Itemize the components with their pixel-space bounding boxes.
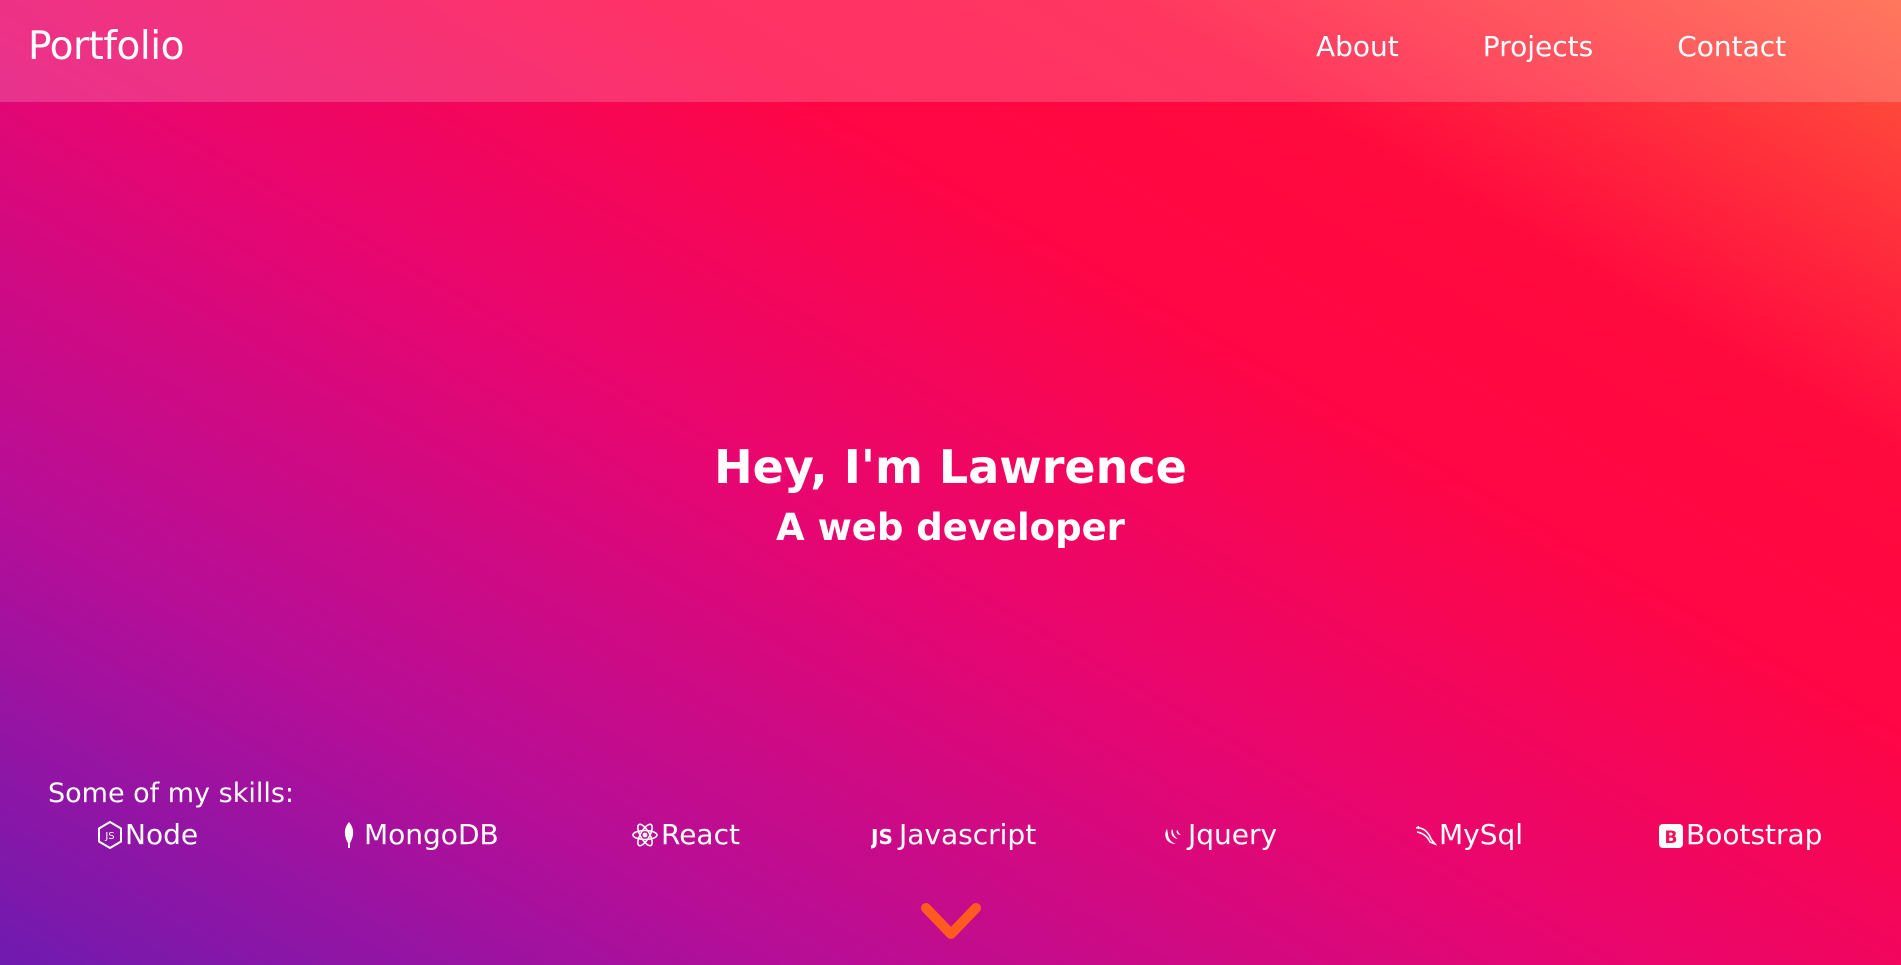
chevron-down-icon <box>921 903 981 939</box>
nav-link-projects[interactable]: Projects <box>1483 30 1593 63</box>
skill-label: React <box>661 818 740 851</box>
skill-item-react: React <box>631 818 740 851</box>
skill-label: Node <box>125 818 199 851</box>
skill-label: MySql <box>1439 818 1524 851</box>
skill-item-mysql: MySql <box>1413 818 1523 851</box>
skill-label: Javascript <box>899 818 1037 851</box>
js-icon: JS <box>871 821 897 849</box>
skills-list: JS Node MongoDB React JS Javascript Jque… <box>0 818 1901 862</box>
nodejs-icon: JS <box>97 820 123 849</box>
mysql-dolphin-icon <box>1413 821 1437 849</box>
brand-logo[interactable]: Portfolio <box>28 24 184 69</box>
nav-link-contact[interactable]: Contact <box>1677 30 1786 63</box>
skill-label: Bootstrap <box>1686 818 1823 851</box>
nav-link-about[interactable]: About <box>1316 30 1399 63</box>
svg-text:B: B <box>1665 828 1678 848</box>
skill-item-bootstrap: B Bootstrap <box>1658 818 1822 851</box>
svg-text:JS: JS <box>104 831 114 842</box>
scroll-down-button[interactable] <box>920 902 982 946</box>
jquery-icon <box>1162 821 1186 849</box>
nav-links: About Projects Contact <box>1316 30 1870 63</box>
skill-item-node: JS Node <box>97 818 198 851</box>
hero-section: Hey, I'm Lawrence A web developer <box>0 437 1901 553</box>
hero-subtitle: A web developer <box>776 506 1125 549</box>
skills-label: Some of my skills: <box>48 778 294 809</box>
skill-label: Jquery <box>1188 818 1278 851</box>
page-background: Portfolio About Projects Contact Hey, I'… <box>0 0 1901 965</box>
mongodb-leaf-icon <box>342 821 356 849</box>
hero-title: Hey, I'm Lawrence <box>714 440 1187 494</box>
skill-item-mongodb: MongoDB <box>342 818 499 851</box>
navbar: Portfolio About Projects Contact <box>0 0 1901 102</box>
svg-text:JS: JS <box>871 825 893 849</box>
react-atom-icon <box>631 821 659 849</box>
skill-item-javascript: JS Javascript <box>871 818 1036 851</box>
skill-item-jquery: Jquery <box>1162 818 1277 851</box>
bootstrap-icon: B <box>1658 821 1684 849</box>
skill-label: MongoDB <box>364 818 499 851</box>
